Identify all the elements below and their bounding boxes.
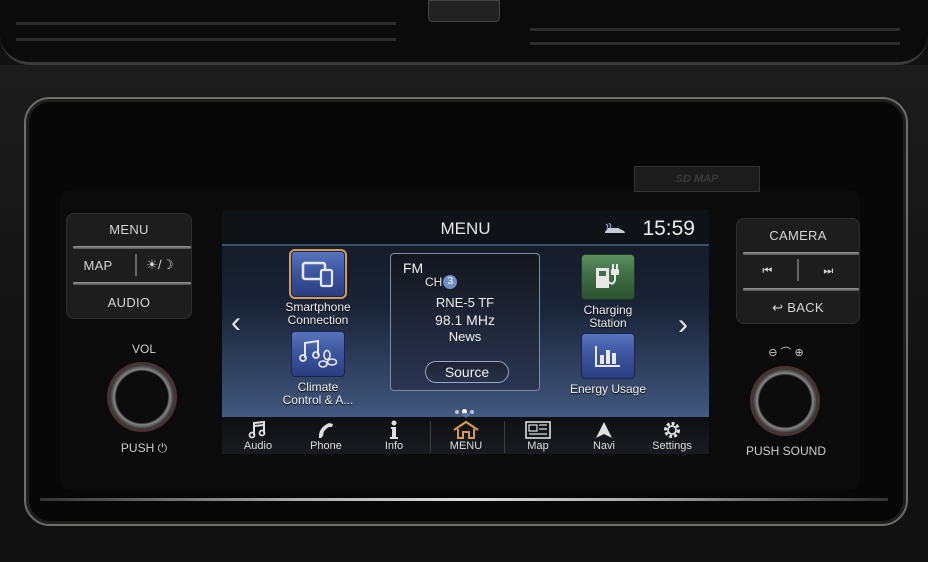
status-bar: MENU 15:59 xyxy=(222,210,709,246)
tune-scroll-knob[interactable] xyxy=(750,366,820,436)
nav-label: Info xyxy=(384,440,404,452)
climate-audio-icon xyxy=(291,331,345,377)
channel-prefix: CH xyxy=(425,275,443,289)
divider xyxy=(73,246,191,249)
volume-knob[interactable] xyxy=(107,362,177,432)
radio-band: FM xyxy=(403,260,424,276)
divider xyxy=(73,282,191,285)
divider xyxy=(430,421,431,453)
tile-charging-station[interactable]: Charging Station xyxy=(568,254,648,330)
sd-slot-label: SD MAP xyxy=(675,173,719,185)
vent-adjust-tab[interactable] xyxy=(428,0,500,22)
menu-button-label: MENU xyxy=(109,222,149,237)
nav-label: MENU xyxy=(449,440,483,452)
skip-back-icon: ⏮ xyxy=(762,264,773,277)
nav-info[interactable]: Info xyxy=(360,417,428,454)
touchscreen: MENU 15:59 ‹ › Smartphone Connection Clim… xyxy=(222,210,709,454)
next-page-arrow[interactable]: › xyxy=(678,308,688,342)
chrome-trim xyxy=(40,498,888,501)
left-button-group: MENU MAP ☀/☽ AUDIO xyxy=(66,213,192,319)
screen-title: MENU xyxy=(440,219,491,238)
clock: 15:59 xyxy=(642,217,695,240)
camera-hard-button[interactable]: CAMERA xyxy=(737,219,859,251)
air-vent xyxy=(0,0,928,65)
back-arrow-icon: ↩ xyxy=(772,299,784,315)
menu-hard-button[interactable]: MENU xyxy=(67,214,191,245)
camera-button-label: CAMERA xyxy=(769,227,827,243)
navigation-arrow-icon xyxy=(595,419,613,441)
next-track-button[interactable]: ⏭ xyxy=(798,256,859,286)
tile-label: Charging Station xyxy=(583,303,633,330)
source-button[interactable]: Source xyxy=(425,361,509,383)
previous-page-arrow[interactable]: ‹ xyxy=(231,306,241,340)
nav-label: Map xyxy=(527,440,549,452)
divider xyxy=(743,252,859,255)
nav-phone[interactable]: Phone xyxy=(292,417,360,454)
right-button-group: CAMERA ⏮ ⏭ ↩ BACK xyxy=(736,218,860,324)
audio-button-label: AUDIO xyxy=(107,294,151,310)
nav-label: Audio xyxy=(243,440,273,452)
station-name: RNE-5 TF xyxy=(435,295,495,310)
car-connected-icon xyxy=(603,222,627,240)
push-sound-label: PUSH SOUND xyxy=(745,444,826,458)
map-icon xyxy=(525,419,551,441)
nav-label: Phone xyxy=(310,440,342,452)
vent-slat xyxy=(530,28,900,31)
nav-label: Settings xyxy=(652,440,692,452)
page-dot xyxy=(455,409,459,414)
tile-label: Smartphone Connection xyxy=(285,300,351,327)
tile-label: Energy Usage xyxy=(569,382,647,396)
divider xyxy=(743,288,859,291)
tile-energy-usage[interactable]: Energy Usage xyxy=(568,333,648,396)
energy-usage-icon xyxy=(581,333,635,379)
audio-hard-button[interactable]: AUDIO xyxy=(67,286,191,318)
previous-track-button[interactable]: ⏮ xyxy=(737,256,798,286)
nav-map[interactable]: Map xyxy=(504,417,572,454)
program-type: News xyxy=(448,329,482,344)
station-frequency: 98.1 MHz xyxy=(435,312,495,328)
gear-icon xyxy=(662,419,682,441)
radio-channel: CH 3 xyxy=(425,275,458,289)
tile-label: Climate Control & A... xyxy=(282,380,354,407)
tile-climate-control[interactable]: Climate Control & A... xyxy=(278,331,358,407)
home-icon xyxy=(452,419,480,441)
sd-card-slot[interactable]: SD MAP xyxy=(634,166,760,192)
smartphone-connection-icon xyxy=(289,249,347,299)
tile-smartphone-connection[interactable]: Smartphone Connection xyxy=(278,249,358,327)
nav-audio[interactable]: Audio xyxy=(224,417,292,454)
day-night-hard-button[interactable]: ☀/☽ xyxy=(129,250,191,280)
map-button-label: MAP xyxy=(83,257,113,273)
nav-settings[interactable]: Settings xyxy=(638,417,706,454)
bottom-nav-bar: Audio Phone Info MENU Map Navi Settings xyxy=(222,417,709,454)
charging-station-icon xyxy=(581,254,635,300)
nav-navi[interactable]: Navi xyxy=(570,417,638,454)
vent-slat xyxy=(530,42,900,45)
map-hard-button[interactable]: MAP xyxy=(67,250,129,280)
skip-forward-icon: ⏭ xyxy=(823,264,834,277)
back-button-label: BACK xyxy=(787,300,824,315)
music-note-icon xyxy=(248,419,268,441)
phone-icon xyxy=(315,419,337,441)
nav-menu[interactable]: MENU xyxy=(432,417,500,454)
info-icon xyxy=(388,419,400,441)
nav-label: Navi xyxy=(592,440,615,452)
zoom-scroll-icon: ⊖ ⌒ ⊕ xyxy=(768,347,804,359)
vent-slat xyxy=(16,38,396,41)
back-hard-button[interactable]: ↩ BACK xyxy=(737,292,859,323)
vol-label: VOL xyxy=(131,342,156,356)
channel-number-badge: 3 xyxy=(443,275,458,289)
active-tab-pointer xyxy=(460,413,472,418)
vent-slat xyxy=(16,22,396,25)
radio-widget[interactable]: FM CH 3 RNE-5 TF 98.1 MHz News Source xyxy=(390,253,540,391)
day-night-icon: ☀/☽ xyxy=(146,257,174,272)
push-power-label: PUSH ⏻ xyxy=(120,441,168,455)
